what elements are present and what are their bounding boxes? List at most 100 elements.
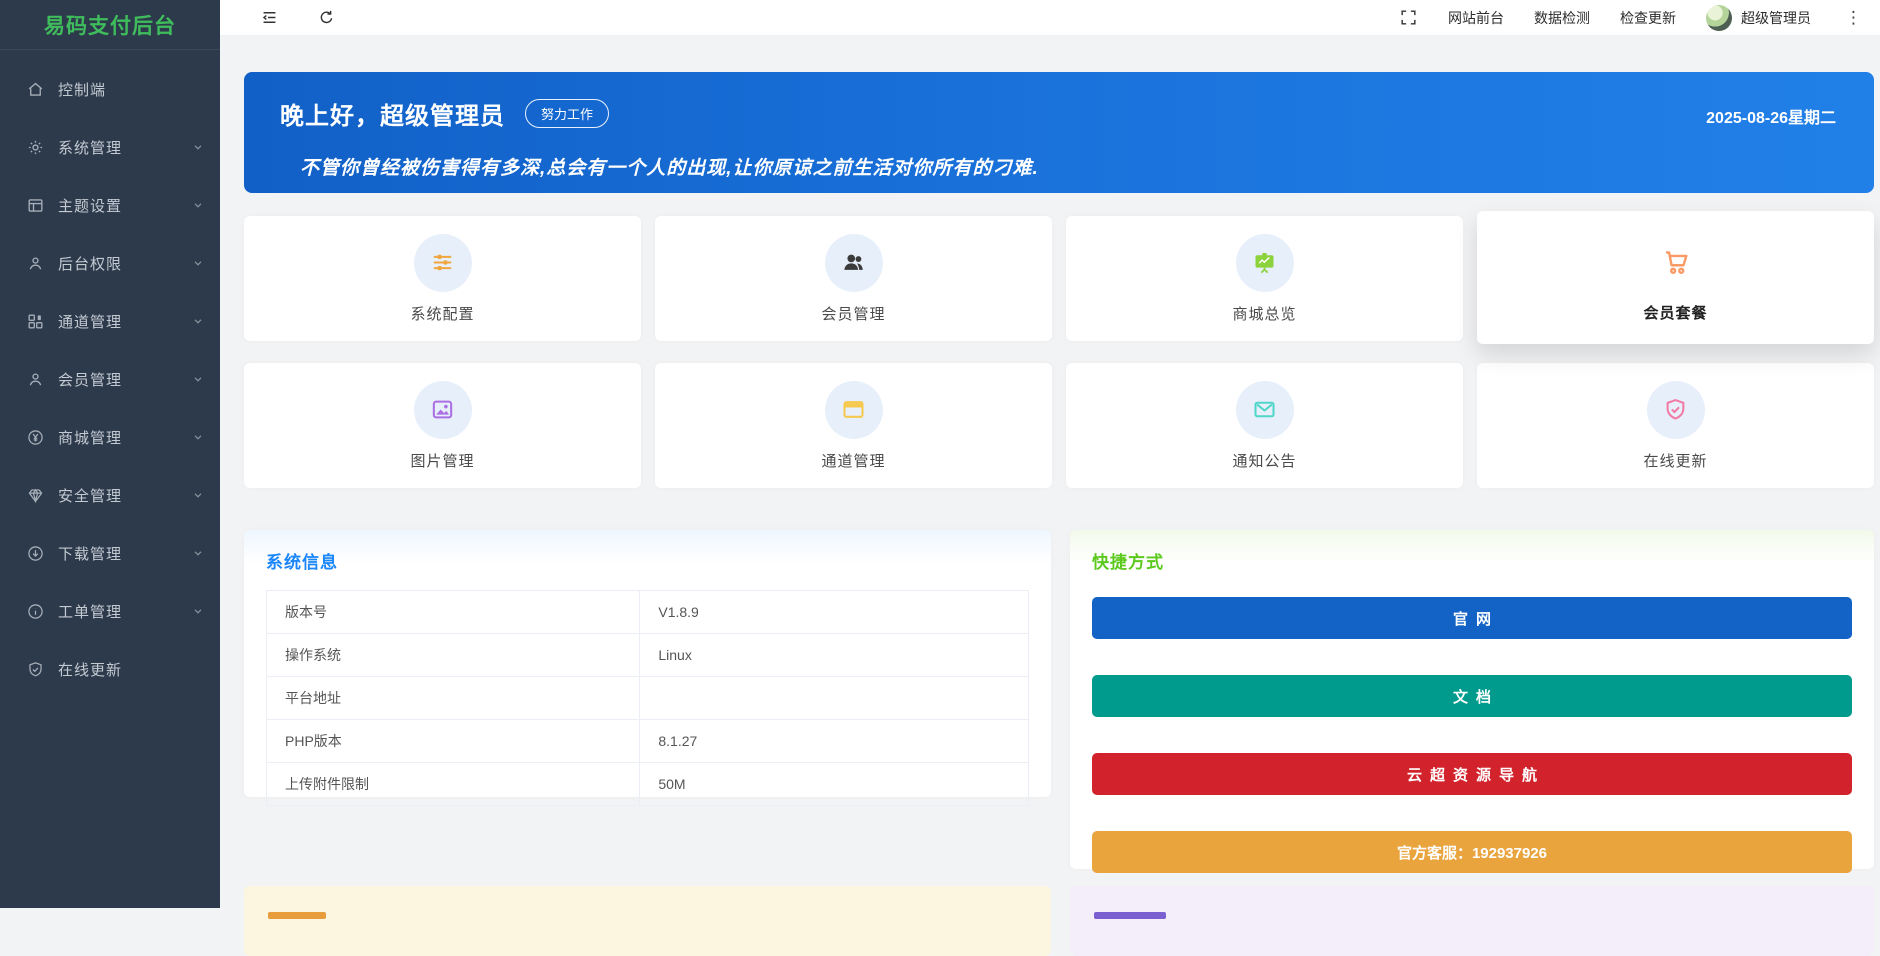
icon-circle bbox=[414, 234, 472, 292]
card-label: 通道管理 bbox=[821, 450, 885, 471]
shield-check-icon bbox=[1662, 396, 1689, 423]
icon-circle bbox=[1647, 233, 1705, 291]
sidebar-item-label: 工单管理 bbox=[58, 601, 192, 622]
sidebar-item-label: 会员管理 bbox=[58, 369, 192, 390]
icon-circle bbox=[825, 381, 883, 439]
card-label: 商城总览 bbox=[1232, 303, 1296, 324]
support-qq-button[interactable]: 官方客服：192937926 bbox=[1092, 831, 1852, 873]
row-label: 平台地址 bbox=[267, 677, 640, 720]
avatar bbox=[1706, 5, 1732, 31]
card-system-config[interactable]: 系统配置 bbox=[244, 216, 641, 341]
row-value: V1.8.9 bbox=[640, 591, 1029, 634]
card-label: 会员管理 bbox=[821, 303, 885, 324]
sidebar-item-label: 通道管理 bbox=[58, 311, 192, 332]
icon-circle bbox=[414, 381, 472, 439]
table-row: 上传附件限制 50M bbox=[267, 763, 1029, 806]
username: 超级管理员 bbox=[1741, 8, 1811, 28]
app-logo: 易码支付后台 bbox=[0, 0, 220, 50]
layout-icon bbox=[26, 196, 45, 215]
fullscreen-icon[interactable] bbox=[1399, 8, 1418, 27]
chevron-down-icon bbox=[192, 431, 204, 443]
quick-links-title: 快捷方式 bbox=[1092, 548, 1852, 573]
sidebar-item-ticket-mgmt[interactable]: 工单管理 bbox=[0, 582, 220, 640]
row-value: Linux bbox=[640, 634, 1029, 677]
main-content: 晚上好，超级管理员 努力工作 2025-08-26星期二 不管你曾经被伤害得有多… bbox=[220, 36, 1880, 908]
footer-panels bbox=[244, 886, 1874, 956]
card-label: 在线更新 bbox=[1643, 450, 1707, 471]
sidebar-item-label: 安全管理 bbox=[58, 485, 192, 506]
daily-quote: 不管你曾经被伤害得有多深,总会有一个人的出现,让你原谅之前生活对你所有的刁难. bbox=[300, 153, 1838, 180]
sidebar-item-console[interactable]: 控制端 bbox=[0, 60, 220, 118]
quick-card-grid: 系统配置 会员管理 商城总览 会员套餐 图片管理 通道管理 通知公告 bbox=[244, 216, 1874, 488]
topbar-link-site-front[interactable]: 网站前台 bbox=[1448, 8, 1504, 28]
row-value-redacted bbox=[640, 677, 1029, 720]
card-online-update[interactable]: 在线更新 bbox=[1477, 363, 1874, 488]
card-member-mgmt[interactable]: 会员管理 bbox=[655, 216, 1052, 341]
secondary-title-fragment bbox=[1094, 912, 1166, 919]
icon-circle bbox=[1236, 234, 1294, 292]
docs-button[interactable]: 文档 bbox=[1092, 675, 1852, 717]
users-icon bbox=[840, 249, 867, 276]
refresh-icon[interactable] bbox=[317, 8, 336, 27]
user-menu[interactable]: 超级管理员 bbox=[1706, 5, 1811, 31]
system-info-table: 版本号 V1.8.9 操作系统 Linux 平台地址 PHP版本 8.1.27 bbox=[266, 590, 1029, 806]
yen-circle-icon bbox=[26, 428, 45, 447]
presentation-icon bbox=[1251, 249, 1278, 276]
card-label: 系统配置 bbox=[410, 303, 474, 324]
sidebar-item-security-mgmt[interactable]: 安全管理 bbox=[0, 466, 220, 524]
image-icon bbox=[429, 396, 456, 423]
card-label: 图片管理 bbox=[410, 450, 474, 471]
table-row: 操作系统 Linux bbox=[267, 634, 1029, 677]
sidebar-item-label: 商城管理 bbox=[58, 427, 192, 448]
info-circle-icon bbox=[26, 602, 45, 621]
card-member-package[interactable]: 会员套餐 bbox=[1477, 211, 1874, 344]
sidebar-item-channel-mgmt[interactable]: 通道管理 bbox=[0, 292, 220, 350]
row-value: 50M bbox=[640, 763, 1029, 806]
announcement-panel-partial bbox=[244, 886, 1051, 956]
sidebar-item-mall-mgmt[interactable]: 商城管理 bbox=[0, 408, 220, 466]
official-site-button[interactable]: 官网 bbox=[1092, 597, 1852, 639]
sidebar-item-download-mgmt[interactable]: 下载管理 bbox=[0, 524, 220, 582]
greeting-text: 晚上好，超级管理员 bbox=[280, 96, 505, 131]
gear-icon bbox=[26, 138, 45, 157]
user-icon bbox=[26, 254, 45, 273]
sidebar-item-member-mgmt[interactable]: 会员管理 bbox=[0, 350, 220, 408]
card-notifications[interactable]: 通知公告 bbox=[1066, 363, 1463, 488]
card-mall-overview[interactable]: 商城总览 bbox=[1066, 216, 1463, 341]
blocks-icon bbox=[26, 312, 45, 331]
resource-nav-button[interactable]: 云超资源导航 bbox=[1092, 753, 1852, 795]
card-image-mgmt[interactable]: 图片管理 bbox=[244, 363, 641, 488]
download-circle-icon bbox=[26, 544, 45, 563]
icon-circle bbox=[1647, 381, 1705, 439]
sidebar-item-theme-settings[interactable]: 主题设置 bbox=[0, 176, 220, 234]
user-icon bbox=[26, 370, 45, 389]
card-channel-mgmt[interactable]: 通道管理 bbox=[655, 363, 1052, 488]
sidebar-item-system-mgmt[interactable]: 系统管理 bbox=[0, 118, 220, 176]
sidebar-item-label: 后台权限 bbox=[58, 253, 192, 274]
sidebar-item-label: 系统管理 bbox=[58, 137, 192, 158]
system-info-title: 系统信息 bbox=[266, 548, 1029, 573]
system-info-panel: 系统信息 版本号 V1.8.9 操作系统 Linux 平台地址 bbox=[244, 530, 1051, 797]
sliders-icon bbox=[429, 249, 456, 276]
secondary-panel-partial bbox=[1070, 886, 1874, 956]
window-card-icon bbox=[840, 396, 867, 423]
sidebar-item-admin-permissions[interactable]: 后台权限 bbox=[0, 234, 220, 292]
row-value: 8.1.27 bbox=[640, 720, 1029, 763]
sidebar-item-label: 主题设置 bbox=[58, 195, 192, 216]
sidebar: 易码支付后台 控制端 系统管理 主题设置 后台权限 通道管理 bbox=[0, 0, 220, 908]
icon-circle bbox=[825, 234, 883, 292]
table-row: 版本号 V1.8.9 bbox=[267, 591, 1029, 634]
row-label: 版本号 bbox=[267, 591, 640, 634]
topbar-link-check-update[interactable]: 检查更新 bbox=[1620, 8, 1676, 28]
welcome-banner: 晚上好，超级管理员 努力工作 2025-08-26星期二 不管你曾经被伤害得有多… bbox=[244, 72, 1874, 193]
chevron-down-icon bbox=[192, 199, 204, 211]
sidebar-item-online-update[interactable]: 在线更新 bbox=[0, 640, 220, 698]
collapse-sidebar-icon[interactable] bbox=[260, 8, 279, 27]
topbar-link-data-check[interactable]: 数据检测 bbox=[1534, 8, 1590, 28]
work-status-badge: 努力工作 bbox=[525, 99, 609, 128]
table-row: PHP版本 8.1.27 bbox=[267, 720, 1029, 763]
row-label: PHP版本 bbox=[267, 720, 640, 763]
info-panels: 系统信息 版本号 V1.8.9 操作系统 Linux 平台地址 bbox=[244, 530, 1874, 869]
icon-circle bbox=[1236, 381, 1294, 439]
more-options-icon[interactable]: ⋮ bbox=[1841, 8, 1866, 28]
